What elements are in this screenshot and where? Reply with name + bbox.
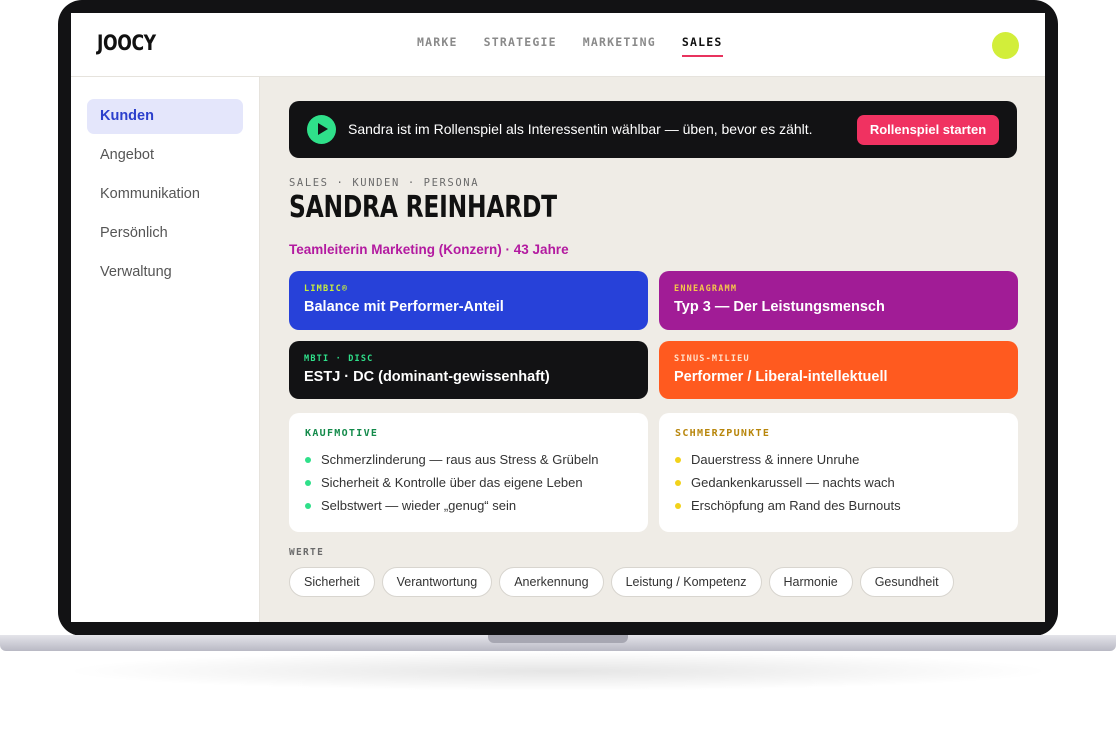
list-item-text: Gedankenkarussell — nachts wach: [691, 475, 895, 490]
profile-key: ENNEAGRAMM: [674, 284, 738, 294]
list-item: Schmerzlinderung — raus aus Stress & Grü…: [305, 448, 632, 471]
profile-tile-enneagramm: ENNEAGRAMM Typ 3 — Der Leistungsmensch: [659, 271, 1018, 330]
start-roleplay-button[interactable]: Rollenspiel starten: [857, 115, 999, 145]
profile-value: Balance mit Performer-Anteil: [304, 299, 504, 315]
sidebar: Kunden Angebot Kommunikation Persönlich …: [71, 77, 260, 622]
werte-chips: Sicherheit Verantwortung Anerkennung Lei…: [289, 567, 954, 597]
list-item: Gedankenkarussell — nachts wach: [675, 471, 1002, 494]
profile-value: Performer / Liberal-intellektuell: [674, 369, 888, 385]
profile-tile-limbic: LIMBIC® Balance mit Performer-Anteil: [289, 271, 648, 330]
avatar[interactable]: [992, 32, 1019, 59]
profile-tile-sinus: SINUS-MILIEU Performer / Liberal-intelle…: [659, 341, 1018, 399]
nav-item-strategie[interactable]: STRATEGIE: [484, 35, 557, 57]
persona-role: Teamleiterin Marketing (Konzern) · 43 Ja…: [289, 242, 569, 257]
play-triangle: [318, 123, 328, 135]
breadcrumb: SALES · KUNDEN · PERSONA: [289, 177, 480, 189]
value-chip-leistung[interactable]: Leistung / Kompetenz: [610, 567, 762, 597]
kaufmotive-title: KAUFMOTIVE: [305, 428, 379, 439]
bullet-icon: [675, 456, 681, 463]
list-item-text: Selbstwert — wieder „genug“ sein: [321, 498, 517, 513]
value-chip-sicherheit[interactable]: Sicherheit: [289, 567, 375, 597]
main-nav: MARKE STRATEGIE MARKETING SALES: [417, 35, 723, 57]
laptop-shadow: [60, 651, 1056, 691]
profile-tile-mbti-disc: MBTI · DISC ESTJ · DC (dominant-gewissen…: [289, 341, 648, 399]
sidebar-item-verwaltung[interactable]: Verwaltung: [87, 255, 243, 290]
list-item-text: Erschöpfung am Rand des Burnouts: [691, 498, 901, 513]
profile-value: ESTJ · DC (dominant-gewissenhaft): [304, 369, 550, 385]
list-item: Sicherheit & Kontrolle über das eigene L…: [305, 471, 632, 494]
list-item-text: Dauerstress & innere Unruhe: [691, 452, 860, 467]
logo[interactable]: JOOCY: [97, 31, 156, 55]
bullet-icon: [675, 502, 681, 509]
bullet-icon: [675, 479, 681, 486]
play-icon[interactable]: [307, 115, 336, 144]
sidebar-item-kommunikation[interactable]: Kommunikation: [87, 177, 243, 212]
list-item: Dauerstress & innere Unruhe: [675, 448, 1002, 471]
kaufmotive-card: KAUFMOTIVE Schmerzlinderung — raus aus S…: [289, 413, 648, 532]
profile-key: MBTI · DISC: [304, 354, 374, 364]
sidebar-item-kunden[interactable]: Kunden: [87, 99, 243, 134]
bullet-icon: [305, 502, 311, 509]
schmerzpunkte-card: SCHMERZPUNKTE Dauerstress & innere Unruh…: [659, 413, 1018, 532]
value-chip-harmonie[interactable]: Harmonie: [768, 567, 853, 597]
list-item-text: Schmerzlinderung — raus aus Stress & Grü…: [321, 452, 599, 467]
value-chip-gesundheit[interactable]: Gesundheit: [859, 567, 954, 597]
laptop-notch: [488, 635, 628, 643]
list-item: Erschöpfung am Rand des Burnouts: [675, 494, 1002, 517]
roleplay-banner: Sandra ist im Rollenspiel als Interessen…: [289, 101, 1017, 158]
top-bar: JOOCY MARKE STRATEGIE MARKETING SALES: [71, 13, 1045, 77]
nav-item-sales[interactable]: SALES: [681, 35, 723, 57]
profile-value: Typ 3 — Der Leistungsmensch: [674, 299, 885, 315]
schmerzpunkte-title: SCHMERZPUNKTE: [675, 428, 771, 439]
list-item: Selbstwert — wieder „genug“ sein: [305, 494, 632, 517]
profile-key: SINUS-MILIEU: [674, 354, 750, 364]
werte-title: WERTE: [289, 547, 325, 558]
nav-item-marketing[interactable]: MARKETING: [583, 35, 656, 57]
profile-key: LIMBIC®: [304, 284, 349, 294]
sidebar-item-angebot[interactable]: Angebot: [87, 138, 243, 173]
bullet-icon: [305, 479, 311, 486]
value-chip-anerkennung[interactable]: Anerkennung: [499, 567, 604, 597]
nav-item-marke[interactable]: MARKE: [417, 35, 458, 57]
bullet-icon: [305, 456, 311, 463]
banner-text: Sandra ist im Rollenspiel als Interessen…: [348, 121, 813, 137]
sidebar-item-persoenlich[interactable]: Persönlich: [87, 216, 243, 251]
list-item-text: Sicherheit & Kontrolle über das eigene L…: [321, 475, 583, 490]
value-chip-verantwortung[interactable]: Verantwortung: [381, 567, 493, 597]
app-screen: JOOCY MARKE STRATEGIE MARKETING SALES Ku…: [71, 13, 1045, 622]
page-title: SANDRA REINHARDT: [289, 190, 557, 225]
